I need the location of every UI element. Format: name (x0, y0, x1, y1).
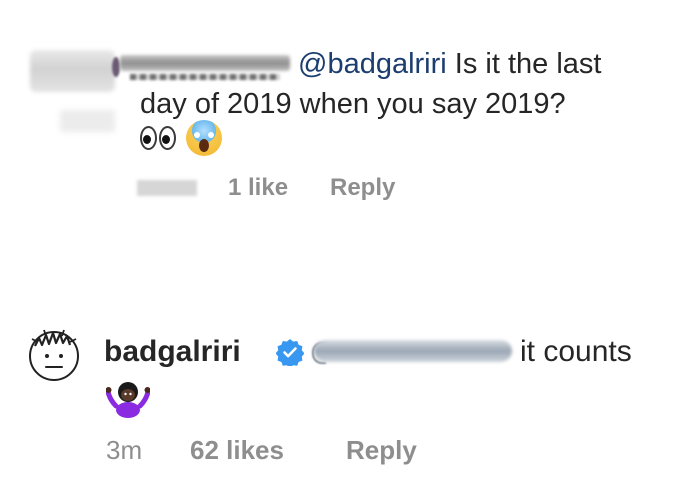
screaming-face-emoji (186, 120, 222, 156)
like-count[interactable]: 62 likes (190, 434, 284, 466)
comment-text: Is it the last (446, 48, 602, 80)
mention-link[interactable]: @badgalriri (298, 48, 447, 80)
redacted-username (120, 55, 290, 71)
redacted-avatar-edge (112, 57, 120, 77)
eye-right (159, 126, 176, 150)
like-count[interactable]: 1 like (228, 174, 288, 202)
redacted-username-underline (130, 74, 280, 80)
comment-text-line-2: day of 2019 when you say 2019? (140, 88, 566, 120)
redacted-area (60, 110, 115, 132)
redacted-avatar (30, 50, 115, 92)
redacted-timestamp (137, 180, 197, 196)
verified-badge-icon (276, 339, 304, 366)
reply-text: it counts (520, 335, 632, 368)
timestamp: 3m (106, 435, 143, 465)
comment-emojis (140, 118, 222, 158)
username[interactable]: badgalriri (104, 334, 241, 370)
avatar-icon[interactable] (26, 326, 82, 382)
eyes-emoji (140, 126, 176, 150)
reply-button[interactable]: Reply (330, 174, 395, 202)
person-shrugging-emoji (106, 382, 150, 418)
eye-left (140, 126, 157, 150)
reply-button[interactable]: Reply (346, 434, 417, 466)
redacted-mention (314, 340, 512, 362)
comment-text-line-1: @badgalriri Is it the last (298, 46, 601, 82)
